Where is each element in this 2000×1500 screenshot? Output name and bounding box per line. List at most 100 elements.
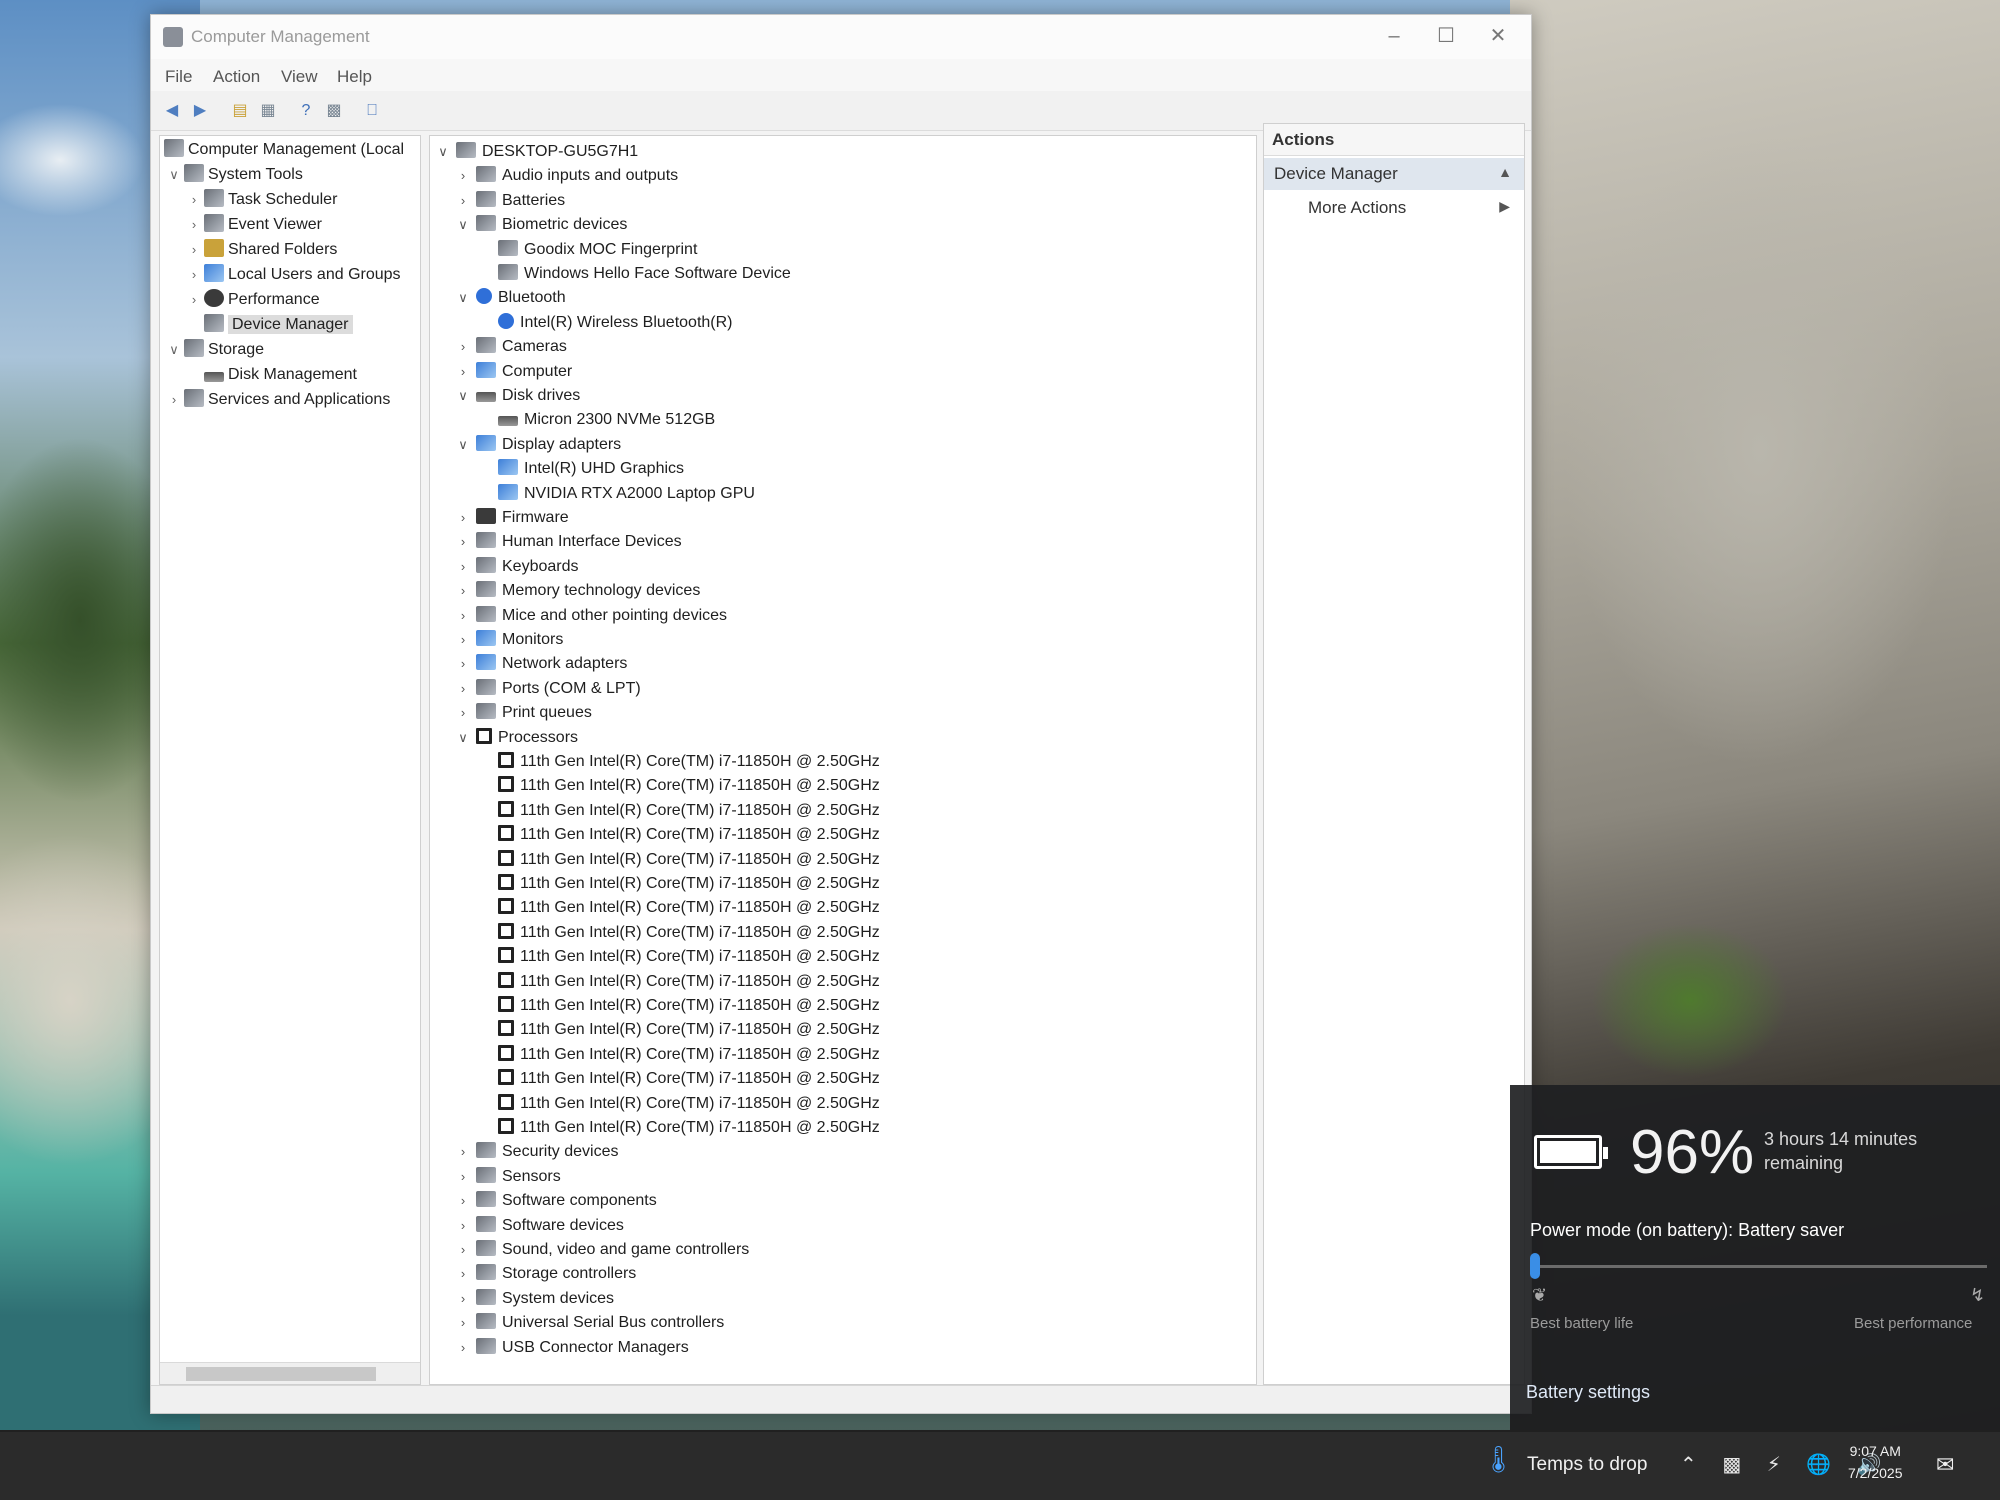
device-category[interactable]: ∨ Processors <box>454 726 578 750</box>
device-category[interactable]: ∨ Biometric devices <box>454 213 627 237</box>
power-mode-slider-track[interactable] <box>1532 1265 1987 1268</box>
notification-icon[interactable]: ✉ <box>1936 1452 1954 1478</box>
device-category[interactable]: › Software components <box>454 1189 657 1213</box>
chevron-right-icon[interactable]: › <box>454 1262 472 1286</box>
power-mode-slider-thumb[interactable] <box>1530 1253 1540 1279</box>
chevron-down-icon[interactable]: ∨ <box>166 338 182 362</box>
device-category[interactable]: › Computer <box>454 360 572 384</box>
chevron-right-icon[interactable]: › <box>454 579 472 603</box>
properties-icon[interactable]: ▩ <box>323 100 345 122</box>
device-category[interactable]: › Cameras <box>454 335 567 359</box>
chevron-down-icon[interactable]: ∨ <box>434 140 452 164</box>
chevron-right-icon[interactable]: › <box>454 1311 472 1335</box>
device-item[interactable]: 11th Gen Intel(R) Core(TM) i7-11850H @ 2… <box>494 1116 880 1140</box>
title-bar[interactable]: Computer Management – ☐ ✕ <box>151 15 1531 59</box>
clock[interactable]: 9:07 AM 7/2/2025 <box>1848 1440 1903 1484</box>
device-item[interactable]: 11th Gen Intel(R) Core(TM) i7-11850H @ 2… <box>494 921 880 945</box>
device-item[interactable]: 11th Gen Intel(R) Core(TM) i7-11850H @ 2… <box>494 872 880 896</box>
tree-item-storage[interactable]: ∨ Storage <box>166 338 264 362</box>
up-folder-icon[interactable]: ▤ <box>229 100 251 122</box>
device-item[interactable]: 11th Gen Intel(R) Core(TM) i7-11850H @ 2… <box>494 774 880 798</box>
weather-widget[interactable]: Temps to drop <box>1527 1454 1647 1476</box>
chevron-right-icon[interactable]: › <box>186 263 202 287</box>
chevron-right-icon[interactable]: › <box>454 189 472 213</box>
chevron-right-icon[interactable]: › <box>186 288 202 312</box>
chevron-right-icon[interactable]: › <box>454 1336 472 1360</box>
more-actions-item[interactable]: More Actions <box>1308 198 1406 218</box>
device-item[interactable]: 11th Gen Intel(R) Core(TM) i7-11850H @ 2… <box>494 799 880 823</box>
device-item[interactable]: 11th Gen Intel(R) Core(TM) i7-11850H @ 2… <box>494 1067 880 1091</box>
device-item[interactable]: Intel(R) UHD Graphics <box>494 457 684 481</box>
device-category[interactable]: ∨ Disk drives <box>454 384 580 408</box>
device-category[interactable]: › Network adapters <box>454 652 627 676</box>
chevron-right-icon[interactable]: › <box>454 677 472 701</box>
scrollbar-thumb[interactable] <box>186 1367 376 1381</box>
device-category[interactable]: ∨ Bluetooth <box>454 286 566 310</box>
maximize-button[interactable]: ☐ <box>1423 21 1469 51</box>
chevron-down-icon[interactable]: ∨ <box>454 384 472 408</box>
tree-item-performance[interactable]: › Performance <box>186 288 320 312</box>
tree-item-shared-folders[interactable]: › Shared Folders <box>186 238 337 262</box>
device-category[interactable]: › Audio inputs and outputs <box>454 164 678 188</box>
device-item[interactable]: Intel(R) Wireless Bluetooth(R) <box>494 311 733 335</box>
device-item[interactable]: 11th Gen Intel(R) Core(TM) i7-11850H @ 2… <box>494 1092 880 1116</box>
chevron-right-icon[interactable]: › <box>454 506 472 530</box>
tree-item-system-tools[interactable]: ∨ System Tools <box>166 163 303 187</box>
device-category[interactable]: › Human Interface Devices <box>454 530 682 554</box>
actions-section-device-manager[interactable]: Device Manager ▲ <box>1264 158 1524 190</box>
device-category[interactable]: › Universal Serial Bus controllers <box>454 1311 724 1335</box>
device-category[interactable]: › Keyboards <box>454 555 579 579</box>
chevron-right-icon[interactable]: › <box>186 238 202 262</box>
tree-item-task-scheduler[interactable]: › Task Scheduler <box>186 188 337 212</box>
chevron-down-icon[interactable]: ∨ <box>166 163 182 187</box>
horizontal-scrollbar[interactable] <box>160 1362 420 1384</box>
tree-item-services-applications[interactable]: › Services and Applications <box>166 388 390 412</box>
device-item[interactable]: 11th Gen Intel(R) Core(TM) i7-11850H @ 2… <box>494 945 880 969</box>
thermometer-icon[interactable]: 🌡 <box>1482 1444 1515 1475</box>
tree-item-device-manager[interactable]: Device Manager <box>186 313 353 337</box>
device-category[interactable]: › Firmware <box>454 506 569 530</box>
collapse-up-icon[interactable]: ▲ <box>1498 164 1512 180</box>
chevron-right-icon[interactable]: › <box>454 360 472 384</box>
device-item[interactable]: 11th Gen Intel(R) Core(TM) i7-11850H @ 2… <box>494 896 880 920</box>
chevron-right-icon[interactable]: › <box>186 188 202 212</box>
chevron-right-icon[interactable]: › <box>454 164 472 188</box>
chevron-right-icon[interactable]: › <box>454 701 472 725</box>
device-category[interactable]: › Mice and other pointing devices <box>454 604 727 628</box>
device-item[interactable]: NVIDIA RTX A2000 Laptop GPU <box>494 482 755 506</box>
battery-settings-link[interactable]: Battery settings <box>1526 1382 1650 1403</box>
device-category[interactable]: › USB Connector Managers <box>454 1336 689 1360</box>
device-category[interactable]: › Batteries <box>454 189 565 213</box>
chevron-right-icon[interactable]: › <box>186 213 202 237</box>
tree-item-disk-management[interactable]: Disk Management <box>202 363 357 387</box>
device-item[interactable]: 11th Gen Intel(R) Core(TM) i7-11850H @ 2… <box>494 994 880 1018</box>
chevron-right-icon[interactable]: › <box>454 652 472 676</box>
chevron-down-icon[interactable]: ∨ <box>454 726 472 750</box>
device-category[interactable]: › Storage controllers <box>454 1262 636 1286</box>
device-item[interactable]: Windows Hello Face Software Device <box>494 262 791 286</box>
forward-arrow-icon[interactable]: ▶ <box>189 100 211 122</box>
help-icon[interactable]: ? <box>295 100 317 122</box>
chevron-down-icon[interactable]: ∨ <box>454 213 472 237</box>
chevron-right-icon[interactable]: › <box>454 1165 472 1189</box>
chevron-right-icon[interactable]: › <box>454 530 472 554</box>
back-arrow-icon[interactable]: ◀ <box>161 100 183 122</box>
device-category[interactable]: › Print queues <box>454 701 592 725</box>
tree-item-local-users-groups[interactable]: › Local Users and Groups <box>186 263 401 287</box>
device-category[interactable]: › System devices <box>454 1287 614 1311</box>
device-category[interactable]: › Ports (COM & LPT) <box>454 677 641 701</box>
device-category[interactable]: › Software devices <box>454 1214 624 1238</box>
chevron-right-icon[interactable]: › <box>454 1140 472 1164</box>
chevron-right-icon[interactable]: › <box>454 628 472 652</box>
device-item[interactable]: 11th Gen Intel(R) Core(TM) i7-11850H @ 2… <box>494 750 880 774</box>
device-category[interactable]: › Sound, video and game controllers <box>454 1238 749 1262</box>
device-item[interactable]: 11th Gen Intel(R) Core(TM) i7-11850H @ 2… <box>494 1043 880 1067</box>
device-tree-root[interactable]: ∨ DESKTOP-GU5G7H1 <box>434 140 638 164</box>
device-item[interactable]: 11th Gen Intel(R) Core(TM) i7-11850H @ 2… <box>494 1018 880 1042</box>
menu-view[interactable]: View <box>281 67 318 87</box>
device-category[interactable]: › Security devices <box>454 1140 619 1164</box>
monitor-icon[interactable]: ⎕ <box>361 100 383 122</box>
device-category[interactable]: ∨ Display adapters <box>454 433 621 457</box>
device-item[interactable]: 11th Gen Intel(R) Core(TM) i7-11850H @ 2… <box>494 848 880 872</box>
chevron-down-icon[interactable]: ∨ <box>454 433 472 457</box>
